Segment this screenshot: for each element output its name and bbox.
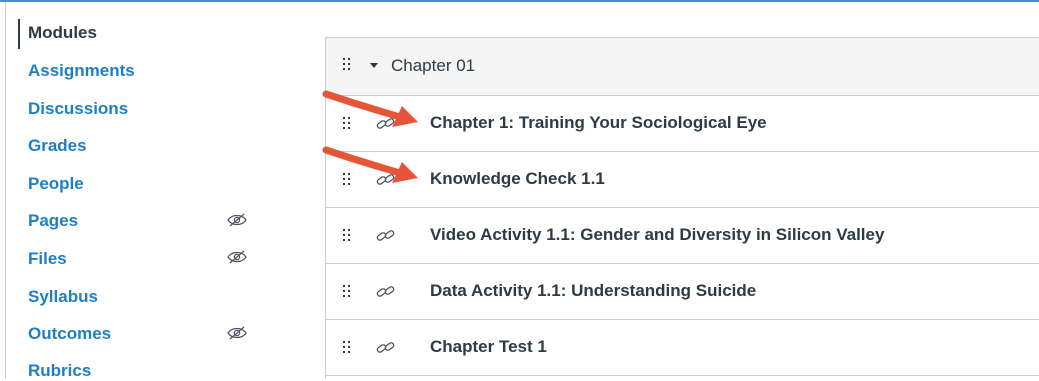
drag-handle-icon[interactable] <box>343 285 351 299</box>
nav-discussions[interactable]: Discussions <box>28 99 128 119</box>
nav-pages[interactable]: Pages <box>28 211 78 231</box>
drag-handle-icon[interactable] <box>343 58 351 72</box>
nav-syllabus[interactable]: Syllabus <box>28 287 98 307</box>
drag-handle-icon[interactable] <box>343 229 351 243</box>
module-title: Chapter 01 <box>391 56 476 75</box>
nav-rubrics[interactable]: Rubrics <box>28 361 91 381</box>
link-icon <box>376 342 395 353</box>
annotation-arrow <box>322 146 418 183</box>
module-item-title[interactable]: Video Activity 1.1: Gender and Diversity… <box>430 225 884 245</box>
module-item[interactable]: Knowledge Check 1.1 <box>326 152 1039 208</box>
link-icon <box>376 286 395 297</box>
module-item-title[interactable]: Knowledge Check 1.1 <box>430 169 605 189</box>
module-header[interactable]: Chapter 01 <box>326 38 1039 96</box>
course-navigation: Modules Assignments Discussions Grades P… <box>0 2 300 381</box>
nav-outcomes[interactable]: Outcomes <box>28 324 111 344</box>
annotation-arrow <box>322 90 418 127</box>
hidden-eye-icon <box>227 213 247 227</box>
module-item-title[interactable]: Chapter Test 1 <box>430 337 547 357</box>
nav-grades[interactable]: Grades <box>28 136 87 156</box>
module-item-title[interactable]: Data Activity 1.1: Understanding Suicide <box>430 281 756 301</box>
nav-people[interactable]: People <box>28 174 84 194</box>
module-chapter-01: Chapter 01 Chapter 1: Training Your Soci… <box>325 37 1039 379</box>
active-indicator <box>18 19 20 49</box>
hidden-eye-icon <box>227 326 247 340</box>
module-item-title[interactable]: Chapter 1: Training Your Sociological Ey… <box>430 113 767 133</box>
module-item[interactable]: Chapter 1: Training Your Sociological Ey… <box>326 96 1039 152</box>
drag-handle-icon[interactable] <box>343 341 351 355</box>
module-item[interactable]: Data Activity 1.1: Understanding Suicide <box>326 264 1039 320</box>
module-item[interactable]: Video Activity 1.1: Gender and Diversity… <box>326 208 1039 264</box>
nav-files[interactable]: Files <box>28 249 67 269</box>
nav-modules[interactable]: Modules <box>28 23 97 43</box>
caret-down-icon[interactable] <box>370 63 378 68</box>
module-item[interactable]: Chapter Test 1 <box>326 320 1039 376</box>
hidden-eye-icon <box>227 250 247 264</box>
link-icon <box>376 230 395 241</box>
nav-assignments[interactable]: Assignments <box>28 61 135 81</box>
